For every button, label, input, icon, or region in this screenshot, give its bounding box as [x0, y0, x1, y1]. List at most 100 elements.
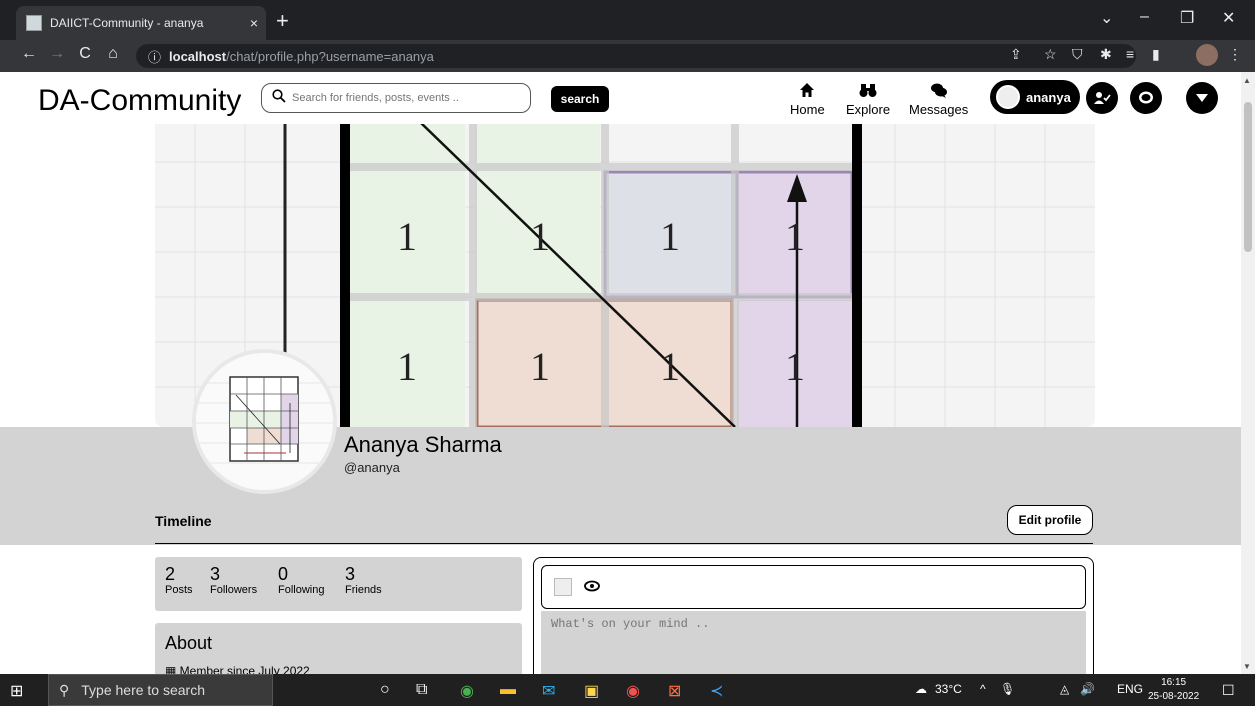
page-viewport: DA-Community search Home Explore Message… [0, 72, 1241, 674]
clock[interactable]: 16:15 25-08-2022 [1148, 676, 1199, 704]
xampp-icon[interactable]: ⊠ [668, 681, 681, 701]
notifications-icon[interactable]: ☐ [1222, 682, 1235, 699]
search-button[interactable]: search [551, 86, 609, 112]
tab-close-icon[interactable]: × [242, 15, 266, 31]
side-panel-icon[interactable]: ▮ [1152, 46, 1160, 63]
search-icon: ⚲ [59, 681, 70, 698]
search-box[interactable] [261, 83, 531, 113]
dropdown-menu-icon[interactable] [1186, 82, 1218, 114]
mail-icon[interactable]: ✉ [542, 681, 555, 701]
windows-start-icon[interactable]: ⊞ [10, 681, 23, 701]
volume-icon[interactable]: 🔊 [1080, 682, 1095, 696]
stat-label: Posts [165, 584, 193, 596]
weather-icon[interactable]: ☁ [915, 682, 927, 696]
search-icon [272, 88, 286, 108]
extensions-icon[interactable]: ✱ [1100, 46, 1112, 63]
language-indicator[interactable]: ENG [1117, 682, 1143, 696]
friend-requests-icon[interactable] [1086, 82, 1118, 114]
chat-bubble-icon[interactable] [1130, 82, 1162, 114]
cortana-icon[interactable]: ○ [380, 681, 390, 699]
profile-full-name: Ananya Sharma [344, 432, 502, 457]
nav-home-label: Home [790, 102, 825, 117]
temperature[interactable]: 33°C [935, 682, 962, 696]
visibility-eye-icon[interactable] [584, 579, 600, 595]
username-label: ananya [1026, 89, 1071, 105]
microphone-icon[interactable]: 🎙 [1000, 682, 1015, 696]
browser-profile-avatar[interactable] [1196, 44, 1218, 66]
stat-label: Followers [210, 584, 258, 596]
browser-toolbar: ← → C ⌂ ⓘ localhost /chat/profile.php?us… [0, 40, 1255, 72]
site-logo[interactable]: DA-Community [38, 84, 241, 118]
info-icon[interactable]: ⓘ [148, 47, 161, 66]
new-tab-button[interactable]: + [276, 8, 289, 34]
tray-chevron-icon[interactable]: ^ [980, 682, 986, 696]
tab-timeline[interactable]: Timeline [155, 513, 212, 529]
composer-header [541, 565, 1086, 609]
edit-profile-button[interactable]: Edit profile [1007, 505, 1093, 535]
address-bar[interactable]: ⓘ localhost /chat/profile.php?username=a… [136, 44, 1136, 68]
task-view-icon[interactable]: ⧉ [416, 681, 427, 699]
file-explorer-icon[interactable]: ▬ [500, 681, 516, 699]
user-profile-pill[interactable]: ananya [990, 80, 1080, 114]
cover-cell-value: 1 [660, 214, 680, 259]
scroll-up-icon[interactable]: ▲ [1243, 76, 1251, 85]
stat-posts[interactable]: 2 Posts [165, 564, 193, 596]
stat-friends[interactable]: 3 Friends [345, 564, 382, 596]
site-header: DA-Community search Home Explore Message… [0, 72, 1241, 124]
nav-explore[interactable]: Explore [846, 82, 890, 117]
taskbar-search[interactable]: ⚲ Type here to search [48, 674, 273, 706]
clock-date: 25-08-2022 [1148, 691, 1200, 702]
vscode-icon[interactable]: ≺ [710, 681, 723, 701]
cover-cell-value: 1 [660, 344, 680, 389]
home-browser-icon[interactable]: ⌂ [102, 45, 124, 63]
nav-explore-label: Explore [846, 102, 891, 117]
favicon-icon [26, 15, 42, 31]
bookmark-star-icon[interactable]: ☆ [1044, 46, 1057, 63]
cover-cell-value: 1 [530, 344, 550, 389]
chrome-profile-icon[interactable]: ◉ [626, 681, 640, 701]
profile-handle: @ananya [344, 460, 400, 475]
browser-tab[interactable]: DAIICT-Community - ananya × [16, 6, 266, 40]
share-icon[interactable]: ⇪ [1010, 46, 1022, 63]
forward-icon[interactable]: → [46, 45, 68, 63]
url-host: localhost [169, 48, 227, 64]
wifi-icon[interactable]: ◬ [1060, 682, 1069, 696]
extension-shield-icon[interactable]: ⛉ [1072, 46, 1083, 63]
profile-picture[interactable] [192, 349, 337, 494]
nav-home[interactable]: Home [790, 82, 825, 117]
tab-search-icon[interactable]: ⌄ [1100, 8, 1113, 28]
post-textarea[interactable] [541, 611, 1086, 674]
minimize-button[interactable]: – [1140, 8, 1149, 26]
store-icon[interactable]: ▣ [584, 681, 599, 701]
search-input[interactable] [292, 92, 530, 104]
restore-button[interactable]: ❐ [1180, 8, 1194, 28]
member-since-text: Member since July 2022 [179, 664, 310, 674]
reading-list-icon[interactable]: ≡ [1126, 46, 1134, 62]
cover-cell-value: 1 [397, 344, 417, 389]
nav-messages[interactable]: Messages [909, 82, 968, 117]
about-card: About ▦ Member since July 2022 [155, 623, 522, 674]
taskbar-search-placeholder: Type here to search [81, 682, 206, 698]
stat-value: 0 [278, 564, 289, 584]
divider [155, 543, 1093, 544]
cover-cell-value: 1 [785, 344, 805, 389]
url-path: /chat/profile.php?username=ananya [226, 48, 434, 64]
home-icon [790, 82, 825, 102]
stat-following[interactable]: 0 Following [278, 564, 324, 596]
avatar [996, 85, 1020, 109]
scrollbar-thumb[interactable] [1244, 102, 1252, 252]
tab-title: DAIICT-Community - ananya [50, 16, 204, 30]
stat-followers[interactable]: 3 Followers [210, 564, 257, 596]
post-composer [533, 557, 1094, 674]
menu-kebab-icon[interactable]: ⋮ [1228, 46, 1242, 63]
chat-icon [909, 82, 968, 102]
chrome-icon[interactable]: ◉ [460, 681, 474, 701]
browser-titlebar: DAIICT-Community - ananya × + ⌄ – ❐ ✕ [0, 0, 1255, 40]
os-taskbar: ⊞ ⚲ Type here to search ○ ⧉ ◉ ▬ ✉ ▣ ◉ ⊠ … [0, 674, 1255, 706]
scroll-down-icon[interactable]: ▼ [1243, 662, 1251, 671]
clock-time: 16:15 [1161, 677, 1187, 688]
back-icon[interactable]: ← [18, 45, 40, 63]
reload-icon[interactable]: C [74, 45, 96, 63]
page-scrollbar[interactable]: ▲ ▼ [1241, 72, 1255, 674]
close-window-button[interactable]: ✕ [1222, 8, 1235, 28]
